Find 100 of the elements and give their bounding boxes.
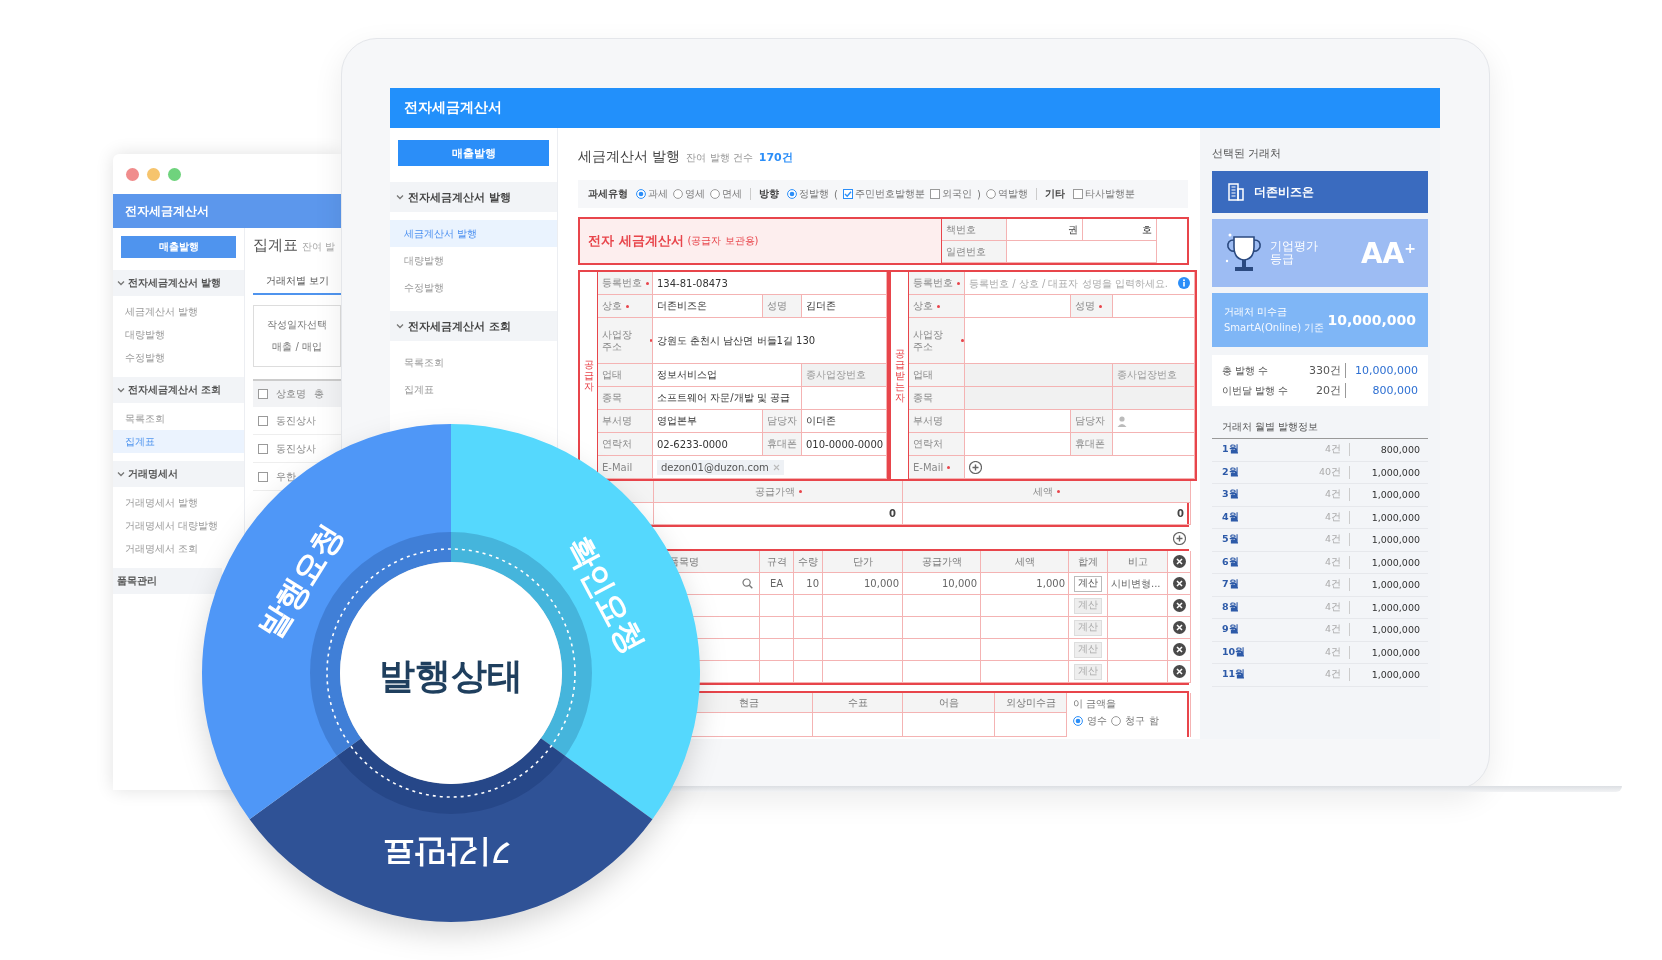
- table-cell: 우한: [276, 469, 297, 484]
- checkbox[interactable]: [1072, 189, 1083, 199]
- month-count: 4건: [1324, 623, 1350, 637]
- chevron-icon: [117, 279, 125, 287]
- issue-button[interactable]: 매출발행: [121, 236, 237, 258]
- field-label: 연락처: [598, 433, 653, 456]
- radio-button[interactable]: [985, 189, 996, 199]
- table-cell: [760, 617, 794, 639]
- menu-item[interactable]: 세금계산서 발행: [390, 220, 557, 247]
- add-icon[interactable]: [969, 460, 982, 474]
- checkbox[interactable]: [258, 471, 269, 482]
- field-label: 사업장 주소: [909, 318, 965, 364]
- delete-icon[interactable]: [1172, 577, 1186, 590]
- radio-button[interactable]: [710, 189, 720, 199]
- page-subtitle: 잔여 발: [302, 240, 336, 254]
- menu-item[interactable]: 목록조회: [113, 407, 171, 430]
- menu-group-header[interactable]: 거래명세서: [113, 461, 245, 487]
- delete-icon[interactable]: [1172, 665, 1186, 678]
- menu-item[interactable]: 거래명세서 조회: [113, 537, 205, 560]
- email-tag[interactable]: dezon01@duzon.com: [657, 459, 784, 475]
- input-field[interactable]: [1113, 387, 1195, 410]
- section-title: 거래처 월별 발행정보: [1212, 420, 1428, 439]
- input-field[interactable]: [1007, 241, 1157, 263]
- input-field[interactable]: 권: [1007, 219, 1083, 241]
- wheel-segment[interactable]: [249, 738, 653, 922]
- issue-button[interactable]: 매출발행: [398, 140, 549, 166]
- column-header: 공급가액: [654, 481, 903, 503]
- menu-item[interactable]: 집계표: [390, 376, 557, 403]
- segment-label: 기간만료: [383, 834, 511, 872]
- menu-item[interactable]: 수정발행: [390, 274, 557, 301]
- radio-button[interactable]: [1111, 716, 1121, 726]
- menu-item[interactable]: 거래명세서 대량발행: [113, 514, 225, 537]
- calculate-button[interactable]: 계산: [1074, 575, 1102, 592]
- input-field[interactable]: 호: [1083, 219, 1157, 241]
- menu-item[interactable]: 대량발행: [390, 247, 557, 274]
- radio-label: 과세: [648, 187, 668, 201]
- page-title: 집계표: [253, 236, 299, 255]
- delete-icon[interactable]: [1172, 555, 1186, 568]
- checkbox[interactable]: [258, 415, 269, 426]
- stat-amount: 10,000,000: [1354, 364, 1418, 377]
- checkbox[interactable]: [258, 443, 269, 454]
- column-header: 단가: [823, 551, 903, 573]
- checkbox[interactable]: [929, 189, 940, 199]
- field-label: E-Mail: [598, 456, 653, 479]
- field-label: 종목: [909, 387, 965, 410]
- menu-item[interactable]: 수정발행: [113, 346, 171, 369]
- stat-label: 총 발행 수: [1222, 363, 1270, 378]
- menu-group-header[interactable]: 품목관리: [113, 568, 222, 594]
- input-field[interactable]: dezon01@duzon.com: [653, 456, 887, 479]
- delete-icon[interactable]: [1172, 621, 1186, 634]
- menu-item[interactable]: 집계표: [113, 430, 245, 453]
- delete-icon[interactable]: [1172, 643, 1186, 656]
- field-label: 등록번호: [909, 272, 965, 295]
- input-field[interactable]: [802, 387, 887, 410]
- menu-item[interactable]: 대량발행: [113, 323, 171, 346]
- window-control[interactable]: [168, 167, 181, 181]
- search-field[interactable]: 등록번호 / 상호 / 대표자 성명을 입력하세요.: [965, 272, 1195, 295]
- table-cell: [760, 595, 794, 617]
- radio-button[interactable]: [1073, 716, 1083, 726]
- menu-group-header[interactable]: 전자세금계산서 조회: [113, 377, 245, 403]
- info-icon[interactable]: [1178, 277, 1190, 289]
- input-field[interactable]: [1113, 410, 1195, 433]
- menu-item[interactable]: 거래명세서 발행: [113, 491, 205, 514]
- column-header: 공급가액: [903, 551, 981, 573]
- remove-icon[interactable]: [772, 463, 780, 471]
- window-control[interactable]: [147, 167, 160, 181]
- add-icon[interactable]: [1173, 531, 1186, 545]
- month-label: 2월: [1222, 465, 1240, 479]
- month-amount: 1,000,000: [1370, 624, 1420, 636]
- menu-group-header[interactable]: 전자세금계산서 발행: [113, 270, 245, 296]
- input-field[interactable]: [1113, 295, 1195, 318]
- filter-label: 매출 / 매입: [272, 340, 322, 354]
- input-field[interactable]: [965, 456, 1195, 479]
- delete-icon[interactable]: [1172, 599, 1186, 612]
- rating-grade: AA$^{+}$: [1360, 236, 1416, 270]
- menu-group-header[interactable]: 전자세금계산서 조회: [390, 311, 557, 341]
- field-label: 일련번호: [942, 241, 1007, 263]
- panel-title: 선택된 거래처: [1212, 146, 1283, 161]
- receipt-suffix: 함: [1149, 714, 1159, 728]
- radio-button[interactable]: [636, 189, 646, 199]
- checkbox[interactable]: [842, 189, 853, 199]
- search-icon[interactable]: [742, 578, 753, 589]
- table-cell: EA: [760, 573, 794, 595]
- menu-group-header[interactable]: 전자세금계산서 발행: [390, 182, 557, 212]
- option-label: 기타: [1044, 187, 1065, 201]
- window-control[interactable]: [126, 167, 139, 181]
- partner-name: 더존비즈온: [1254, 183, 1314, 201]
- person-icon[interactable]: [1117, 415, 1127, 427]
- radio-button[interactable]: [787, 189, 797, 199]
- month-amount: 1,000,000: [1370, 601, 1420, 613]
- table-cell: [760, 661, 794, 683]
- partner-card[interactable]: 더존비즈온: [1212, 171, 1428, 213]
- radio-button[interactable]: [673, 189, 683, 199]
- field-value: 이더존: [802, 410, 887, 433]
- input-field[interactable]: [1113, 433, 1195, 456]
- menu-item[interactable]: 목록조회: [390, 349, 557, 376]
- menu-item[interactable]: 세금계산서 발행: [113, 300, 205, 323]
- table-cell: [794, 595, 823, 617]
- month-label: 6월: [1222, 555, 1240, 569]
- checkbox[interactable]: [258, 389, 269, 399]
